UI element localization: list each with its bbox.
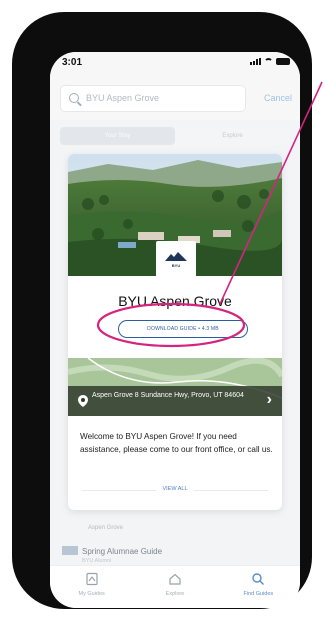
- phone-frame: 3:01 BYU Aspen Grove Cancel Your Stay Ex…: [12, 12, 312, 609]
- nav-label: My Guides: [78, 591, 105, 597]
- cancel-button[interactable]: Cancel: [264, 93, 292, 103]
- nav-find-guides[interactable]: Find Guides: [217, 566, 300, 608]
- list-item-title[interactable]: Spring Alumnae Guide: [82, 547, 162, 556]
- bottom-nav: My Guides Explore Find Guides: [50, 565, 300, 608]
- map-thumbnail[interactable]: [68, 358, 282, 416]
- list-item[interactable]: Aspen Grove: [88, 525, 123, 531]
- guide-logo: BYU: [156, 241, 196, 277]
- download-guide-button[interactable]: DOWNLOAD GUIDE • 4.3 MB: [118, 320, 248, 338]
- tab-your-stay[interactable]: Your Stay: [60, 127, 175, 145]
- list-item-thumbnail: [62, 546, 78, 555]
- status-icons: [250, 58, 290, 65]
- home-icon: [169, 573, 181, 585]
- nav-label: Explore: [165, 591, 185, 597]
- signal-icon: [250, 58, 261, 65]
- search-icon: [69, 93, 79, 103]
- search-query: BYU Aspen Grove: [86, 93, 160, 103]
- nav-my-guides[interactable]: My Guides: [50, 566, 133, 608]
- list-item-subtitle: BYU Alumni: [82, 558, 112, 564]
- guide-address: Aspen Grove 8 Sundance Hwy, Provo, UT 84…: [92, 392, 244, 399]
- battery-icon: [276, 58, 290, 65]
- wifi-icon: [264, 58, 273, 65]
- nav-explore[interactable]: Explore: [133, 566, 216, 608]
- status-bar: 3:01: [50, 52, 300, 76]
- guides-icon: [86, 572, 98, 586]
- search-input[interactable]: BYU Aspen Grove: [60, 85, 246, 112]
- status-time: 3:01: [62, 57, 83, 68]
- logo-text: BYU: [171, 262, 181, 268]
- tab-explore[interactable]: Explore: [175, 127, 290, 145]
- search-icon: [252, 573, 265, 585]
- app-screen: 3:01 BYU Aspen Grove Cancel Your Stay Ex…: [50, 52, 300, 608]
- guide-title: BYU Aspen Grove: [118, 293, 232, 309]
- view-all-link[interactable]: VIEW ALL: [68, 486, 282, 492]
- chevron-right-icon[interactable]: ›: [267, 391, 272, 409]
- location-pin-icon: [78, 395, 88, 407]
- segmented-tabs: Your Stay Explore: [60, 127, 290, 145]
- search-row: BYU Aspen Grove Cancel: [50, 76, 300, 120]
- view-all-label: VIEW ALL: [156, 486, 194, 492]
- guide-card[interactable]: BYU BYU Aspen Grove DOWNLOAD GUIDE • 4.3…: [68, 154, 282, 510]
- mountain-logo-icon: [165, 251, 187, 261]
- guide-description: Welcome to BYU Aspen Grove! If you need …: [80, 432, 273, 454]
- nav-label: Find Guides: [243, 591, 274, 597]
